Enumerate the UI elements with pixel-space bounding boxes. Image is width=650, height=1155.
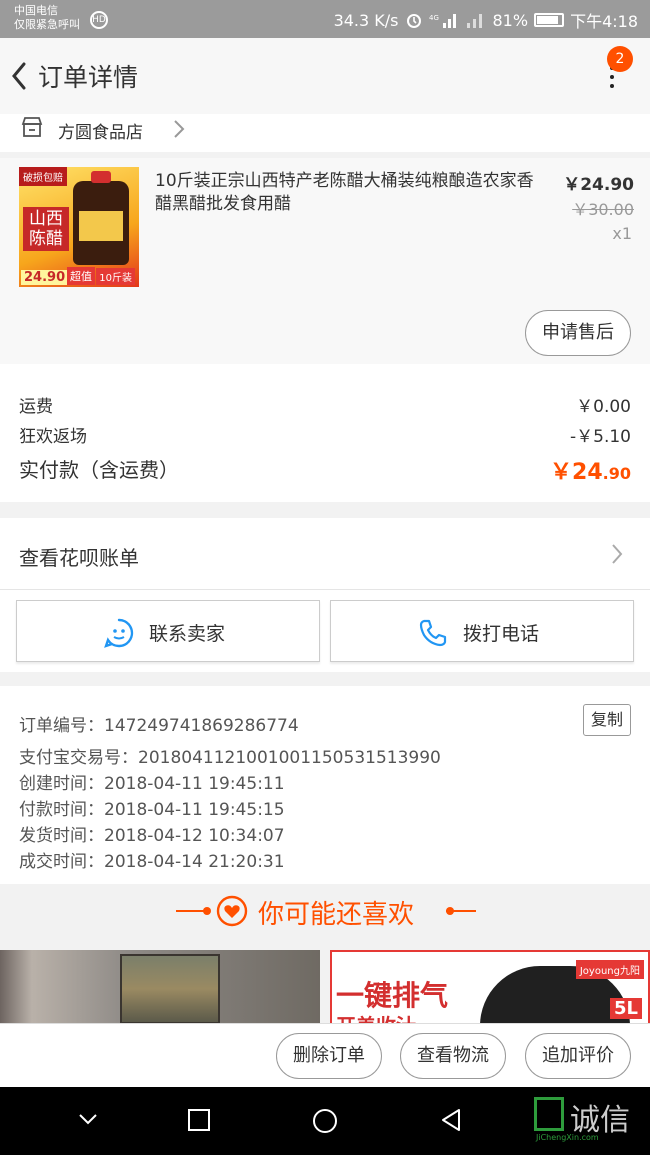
shipping-label: 运费 [19,397,53,417]
thumb-weight: 10斤装 [96,268,135,285]
product-card[interactable]: 破损包赔 山西陈醋 24.90 超值 10斤装 10斤装正宗山西特产老陈醋大桶装… [0,158,650,364]
shop-name: 方圆食品店 [58,123,143,143]
call-phone-label: 拨打电话 [463,623,540,645]
total-value-decimal: .90 [602,464,631,483]
chat-face-icon [104,618,134,648]
svg-text:4G: 4G [429,14,439,22]
ad-brand: Joyoung九阳 [575,960,644,979]
created-time: 创建时间：2018-04-11 19:45:11 [19,774,285,794]
recommend-title: 你可能还喜欢 [258,900,415,930]
system-navigation-bar: 诚信 JiChengXin.com [0,1087,650,1155]
total-value: ￥24.90 [550,454,631,486]
shipping-value: ￥0.00 [576,397,631,417]
contact-seller-button[interactable]: 联系卖家 [16,600,320,662]
promo-row: 狂欢返场 -￥5.10 [19,422,631,447]
add-review-button[interactable]: 追加评价 [525,1033,631,1079]
after-sales-button[interactable]: 申请售后 [525,310,631,356]
delete-order-button[interactable]: 删除订单 [276,1033,382,1079]
vinegar-bottle-image [73,171,129,265]
watermark-logo: 诚信 JiChengXin.com [534,1095,644,1145]
back-arrow-icon[interactable] [6,56,36,96]
product-quantity: x1 [612,224,632,243]
carrier-info: 中国电信 仅限紧急呼叫 [14,4,80,32]
carrier-status: 仅限紧急呼叫 [14,18,80,31]
view-logistics-button[interactable]: 查看物流 [400,1033,506,1079]
header: 订单详情 2 [0,38,650,114]
divider-dot [203,907,211,915]
hd-icon: HD [90,11,108,29]
watermark-icon [534,1097,564,1131]
alarm-icon [406,14,421,28]
ad-capacity: 5L [610,998,642,1019]
recent-apps-icon[interactable] [186,1107,212,1133]
alipay-trade-number: 支付宝交易号：2018041121001001150531513990 [19,748,441,768]
promo-label: 狂欢返场 [19,427,87,447]
product-original-price: ￥30.00 [572,200,634,219]
home-icon[interactable] [311,1107,339,1135]
total-label: 实付款（含运费） [19,458,179,482]
page-title: 订单详情 [38,63,139,92]
thumb-value: 超值 [67,267,95,285]
recommend-item-image[interactable] [0,950,320,1025]
clock: 下午4:18 [570,12,638,31]
huabei-bill-row[interactable]: 查看花呗账单 [0,518,650,590]
chevron-right-icon [174,120,185,138]
thumb-price: 24.90 [21,270,69,285]
recommend-item-image[interactable]: 一键排气 开盖收汁 Joyoung九阳 5L [330,950,650,1025]
store-icon [21,117,43,137]
chevron-down-icon[interactable] [76,1107,100,1131]
total-row: 实付款（含运费） ￥24.90 [19,454,631,486]
shipping-row: 运费 ￥0.00 [19,392,631,417]
chevron-right-icon [612,544,623,564]
more-menu-button[interactable]: 2 [598,44,638,104]
product-price: ￥24.90 [563,175,634,195]
shipped-time: 发货时间：2018-04-12 10:34:07 [19,826,285,846]
signal-icon [466,14,482,28]
call-phone-button[interactable]: 拨打电话 [330,600,634,662]
carrier-name: 中国电信 [14,4,58,17]
completed-time: 成交时间：2018-04-14 21:20:31 [19,852,285,872]
action-bar: 删除订单 查看物流 追加评价 [0,1023,650,1087]
huabei-label: 查看花呗账单 [19,546,139,570]
contact-bar: 联系卖家 拨打电话 [0,590,650,672]
notification-badge: 2 [607,46,633,72]
thumb-tag: 破损包赔 [19,167,67,186]
status-bar: 中国电信 仅限紧急呼叫 HD 34.3 K/s 4G 81% 下午4:18 [0,0,650,38]
divider [176,910,206,912]
product-title[interactable]: 10斤装正宗山西特产老陈醋大桶装纯粮酿造农家香醋黑醋批发食用醋 [155,170,535,216]
ad-headline: 一键排气 [336,979,449,1012]
watermark-sub: JiChengXin.com [536,1133,599,1142]
total-value-main: ￥24 [550,460,603,485]
status-right: 34.3 K/s 4G 81% 下午4:18 [334,8,638,32]
contact-seller-label: 联系卖家 [149,623,226,645]
signal-4g-icon: 4G [429,14,456,28]
battery-icon [534,13,565,27]
battery-percent: 81% [492,10,529,30]
recommend-header: 你可能还喜欢 [0,884,650,950]
cost-summary: 运费 ￥0.00 狂欢返场 -￥5.10 实付款（含运费） ￥24.90 [0,364,650,502]
copy-button[interactable]: 复制 [583,704,631,736]
painting-image [120,954,220,1024]
phone-icon [419,619,447,647]
paid-time: 付款时间：2018-04-11 19:45:15 [19,800,285,820]
shop-row[interactable]: 方圆食品店 [0,114,650,152]
network-speed: 34.3 K/s [333,10,399,30]
order-number: 订单编号：147249741869286774 [19,716,299,736]
order-info: 订单编号：147249741869286774 复制 支付宝交易号：201804… [0,686,650,884]
back-triangle-icon[interactable] [438,1107,464,1133]
product-thumbnail[interactable]: 破损包赔 山西陈醋 24.90 超值 10斤装 [19,167,139,287]
thumb-title: 山西陈醋 [23,207,69,251]
promo-value: -￥5.10 [570,427,631,447]
divider [446,910,476,912]
heart-icon [216,895,248,927]
